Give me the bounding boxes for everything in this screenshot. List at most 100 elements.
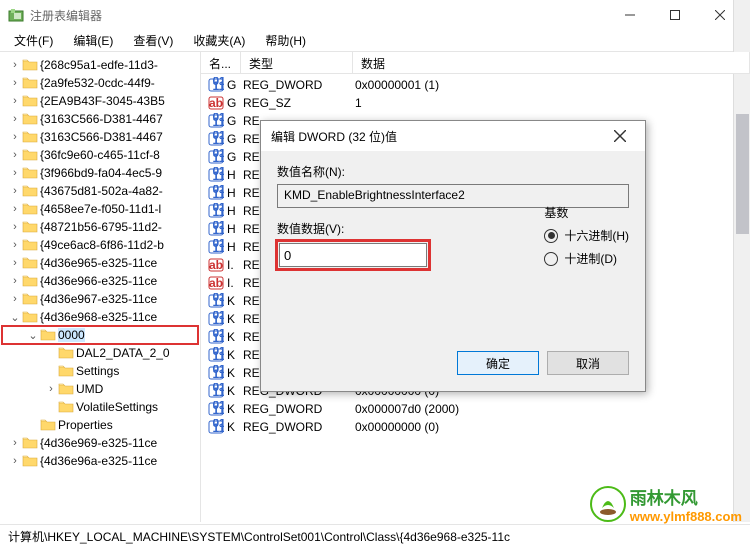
tree-item-label: UMD (76, 382, 103, 396)
value-data-input[interactable] (279, 243, 427, 267)
svg-text:110: 110 (213, 79, 225, 93)
list-header: 名... 类型 数据 (201, 52, 750, 74)
svg-text:ab: ab (209, 96, 223, 110)
tree-item[interactable]: DAL2_DATA_2_0 (2, 344, 198, 362)
tree-item[interactable]: ›{4658ee7e-f050-11d1-l (2, 200, 198, 218)
status-bar: 计算机\HKEY_LOCAL_MACHINE\SYSTEM\ControlSet… (0, 524, 750, 548)
tree-item[interactable]: ›{268c95a1-edfe-11d3- (2, 56, 198, 74)
expand-icon[interactable]: › (8, 131, 22, 143)
tree-item[interactable]: › UMD (2, 380, 198, 398)
expand-icon[interactable]: ⌄ (8, 311, 22, 324)
tree-item[interactable]: › {2a9fe532-0cdc-44f9- (2, 74, 198, 92)
radio-dec[interactable]: 十进制(D) (544, 250, 629, 267)
svg-text:110: 110 (213, 313, 225, 327)
expand-icon[interactable]: › (8, 149, 22, 161)
expand-icon[interactable]: › (8, 293, 22, 305)
list-row[interactable]: ab GREG_SZ1 (201, 94, 750, 112)
tree-item[interactable]: ›{4d36e96a-e325-11ce (2, 452, 198, 470)
expand-icon[interactable]: › (44, 383, 58, 395)
expand-icon[interactable]: › (8, 239, 22, 251)
tree-item[interactable]: ›{3163C566-D381-4467 (2, 110, 198, 128)
expand-icon[interactable]: › (8, 203, 22, 215)
ok-button[interactable]: 确定 (457, 351, 539, 375)
tree-item[interactable]: ›{48721b56-6795-11d2- (2, 218, 198, 236)
tree-item[interactable]: Settings (2, 362, 198, 380)
radio-hex[interactable]: 十六进制(H) (544, 227, 629, 244)
tree-item[interactable]: ›{4d36e969-e325-11ce (2, 434, 198, 452)
menu-file[interactable]: 文件(F) (4, 30, 63, 52)
tree-item[interactable]: ⌄{4d36e968-e325-11ce (2, 308, 198, 326)
radio-dec-label: 十进制(D) (564, 250, 617, 267)
dialog-close-button[interactable] (605, 121, 635, 151)
expand-icon[interactable]: › (8, 77, 22, 89)
value-icon: 011110 (207, 149, 225, 165)
maximize-button[interactable] (652, 0, 697, 30)
menu-edit[interactable]: 编辑(E) (63, 30, 123, 52)
row-name: K (227, 366, 239, 380)
tree-item[interactable]: › {2EA9B43F-3045-43B5 (2, 92, 198, 110)
expand-icon[interactable]: › (8, 185, 22, 197)
col-data[interactable]: 数据 (353, 52, 750, 73)
svg-text:110: 110 (213, 133, 225, 147)
tree-item-label: VolatileSettings (76, 400, 158, 414)
list-row[interactable]: 011110GREG_DWORD0x00000001 (1) (201, 76, 750, 94)
expand-icon[interactable]: › (8, 275, 22, 287)
minimize-button[interactable] (607, 0, 652, 30)
expand-icon[interactable]: › (8, 167, 22, 179)
watermark: 雨林木风 www.ylmf888.com (590, 484, 742, 524)
expand-icon[interactable]: › (8, 221, 22, 233)
tree-item[interactable]: VolatileSettings (2, 398, 198, 416)
tree-item[interactable]: › {4d36e965-e325-11ce (2, 254, 198, 272)
list-scrollbar[interactable] (733, 74, 750, 522)
menu-view[interactable]: 查看(V) (123, 30, 183, 52)
list-row[interactable]: 011110KREG_DWORD0x00000000 (0) (201, 418, 750, 436)
value-icon: 011110 (207, 293, 225, 309)
cancel-button[interactable]: 取消 (547, 351, 629, 375)
tree-item-label: {2a9fe532-0cdc-44f9- (40, 76, 155, 90)
row-name: K (227, 294, 239, 308)
tree-item[interactable]: ›{3f966bd9-fa04-4ec5-9 (2, 164, 198, 182)
value-icon: 011110 (207, 167, 225, 183)
row-type: REG_DWORD (239, 402, 351, 416)
expand-icon[interactable]: › (8, 95, 22, 107)
svg-text:ab: ab (209, 258, 223, 272)
base-label: 基数 (544, 204, 629, 221)
svg-text:110: 110 (213, 223, 225, 237)
expand-icon[interactable]: › (8, 59, 22, 71)
list-row[interactable]: 011110KREG_DWORD0x000007d0 (2000) (201, 400, 750, 418)
tree-item[interactable]: ›{43675d81-502a-4a82- (2, 182, 198, 200)
tree-item[interactable]: ›{49ce6ac8-6f86-11d2-b (2, 236, 198, 254)
value-icon: 011110 (207, 203, 225, 219)
tree-item[interactable]: ›{4d36e966-e325-11ce (2, 272, 198, 290)
tree-item[interactable]: ›{4d36e967-e325-11ce (2, 290, 198, 308)
svg-text:110: 110 (213, 295, 225, 309)
menu-favorites[interactable]: 收藏夹(A) (183, 30, 255, 52)
menu-help[interactable]: 帮助(H) (255, 30, 316, 52)
tree-item-label: {2EA9B43F-3045-43B5 (40, 94, 165, 108)
tree-item[interactable]: Properties (2, 416, 198, 434)
col-name[interactable]: 名... (201, 52, 241, 73)
col-type[interactable]: 类型 (241, 52, 353, 73)
tree-item-label: {3163C566-D381-4467 (40, 130, 163, 144)
row-name: G (227, 96, 239, 110)
expand-icon[interactable]: › (8, 257, 22, 269)
row-name: I. (227, 276, 239, 290)
tree-item[interactable]: ⌄0000 (2, 326, 198, 344)
svg-text:110: 110 (213, 205, 225, 219)
svg-text:ab: ab (209, 276, 223, 290)
row-name: H (227, 186, 239, 200)
titlebar: 注册表编辑器 (0, 0, 750, 30)
row-data: 1 (351, 96, 362, 110)
expand-icon[interactable]: › (8, 455, 22, 467)
tree-item[interactable]: › {3163C566-D381-4467 (2, 128, 198, 146)
row-name: H (227, 168, 239, 182)
tree-item[interactable]: ›{36fc9e60-c465-11cf-8 (2, 146, 198, 164)
expand-icon[interactable]: › (8, 113, 22, 125)
value-icon: 011110 (207, 185, 225, 201)
row-type: REG_SZ (239, 96, 351, 110)
watermark-icon (590, 486, 626, 522)
tree-item-label: {4d36e965-e325-11ce (40, 256, 157, 270)
expand-icon[interactable]: › (8, 437, 22, 449)
tree-panel[interactable]: ›{268c95a1-edfe-11d3-›{2a9fe532-0cdc-44f… (0, 52, 200, 522)
expand-icon[interactable]: ⌄ (26, 329, 40, 342)
